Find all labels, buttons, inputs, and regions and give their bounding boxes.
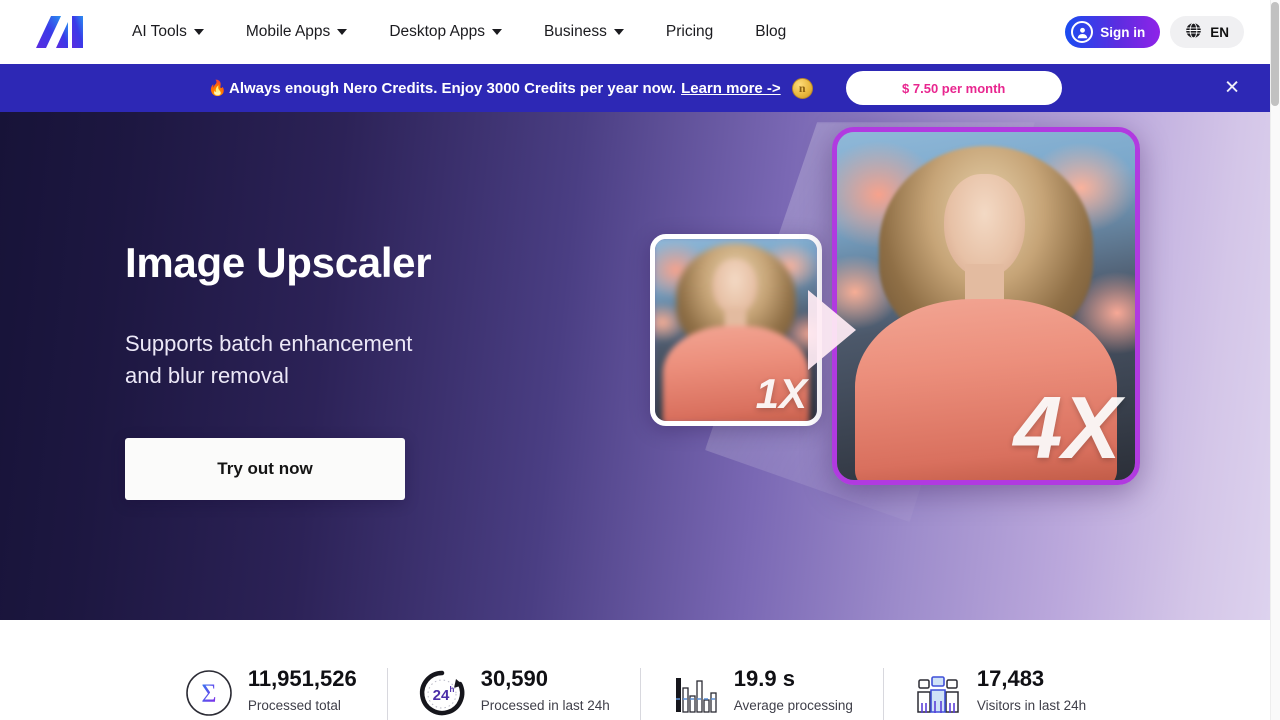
nav-item-pricing[interactable]: Pricing (666, 17, 713, 47)
logo-ai-icon (36, 16, 83, 48)
stat-label: Processed in last 24h (480, 698, 610, 714)
stat-text: 19.9 s Average processing (734, 666, 853, 715)
sign-in-button[interactable]: Sign in (1065, 16, 1161, 48)
nav-item-label: Desktop Apps (389, 23, 485, 40)
nav-item-label: AI Tools (132, 23, 187, 40)
chevron-down-icon (491, 29, 502, 35)
svg-text:24: 24 (432, 687, 449, 704)
stat-label: Processed total (247, 698, 341, 714)
stat-text: 17,483 Visitors in last 24h (977, 666, 1086, 715)
chevron-down-icon (193, 29, 204, 35)
svg-text:Σ: Σ (201, 679, 216, 708)
bar-chart-icon (670, 668, 720, 718)
promo-learn-more-link[interactable]: Learn more -> (681, 80, 781, 97)
globe-icon (1185, 22, 1202, 42)
nav-item-mobile-apps[interactable]: Mobile Apps (245, 17, 348, 47)
stat-text: 30,590 Processed in last 24h (481, 666, 610, 715)
promo-content: 🔥 Always enough Nero Credits. Enjoy 3000… (208, 71, 1062, 105)
nav-item-ai-tools[interactable]: AI Tools (132, 17, 204, 47)
stat-label: Visitors in last 24h (976, 698, 1087, 714)
before-photo (655, 239, 817, 421)
before-image-card: 1X (650, 234, 822, 426)
arrow-right-icon (808, 290, 856, 370)
after-image-card: 4X (832, 127, 1140, 485)
after-photo (837, 132, 1135, 480)
stat-item-processed-24h: 24 h 30,590 Processed in last 24h (386, 666, 640, 720)
chevron-down-icon (337, 29, 348, 35)
page-title: Image Upscaler (125, 239, 432, 286)
chevron-down-icon (613, 29, 624, 35)
stat-item-average-processing: 19.9 s Average processing (639, 666, 883, 720)
stat-value: 11,951,526 (247, 666, 357, 691)
stat-item-processed-total: Σ 11,951,526 Processed total (154, 666, 387, 718)
nav-item-blog[interactable]: Blog (755, 17, 786, 47)
language-switcher-button[interactable]: EN (1170, 16, 1244, 48)
hero-text-block: Image Upscaler Supports batch enhancemen… (125, 239, 605, 500)
nav-item-label: Pricing (665, 23, 714, 40)
try-out-now-button[interactable]: Try out now (125, 437, 405, 500)
stat-text: 11,951,526 Processed total (248, 666, 357, 715)
scrollbar-thumb[interactable] (1271, 2, 1279, 106)
close-icon[interactable]: ✕ (1224, 79, 1240, 98)
top-navbar: AI Tools Mobile Apps Desktop Apps Busine… (0, 0, 1270, 64)
stats-bar: Σ 11,951,526 Processed total 24 h 30,590 (0, 620, 1270, 720)
stat-value: 19.9 s (733, 666, 795, 691)
nav-item-business[interactable]: Business (544, 17, 624, 47)
hero-subtitle: Supports batch enhancement and blur remo… (125, 331, 413, 389)
sign-in-label: Sign in (1100, 24, 1146, 40)
visitors-icon (913, 668, 963, 718)
site-logo[interactable] (32, 14, 88, 50)
user-avatar-icon (1071, 21, 1094, 43)
clock-24h-icon: 24 h (417, 668, 467, 718)
language-label: EN (1210, 24, 1229, 40)
stat-label: Average processing (733, 698, 853, 714)
hero-section: Image Upscaler Supports batch enhancemen… (0, 112, 1270, 620)
navbar-actions: Sign in EN (1065, 0, 1244, 64)
svg-text:h: h (449, 685, 454, 694)
promo-banner: 🔥 Always enough Nero Credits. Enjoy 3000… (0, 64, 1270, 112)
fire-icon: 🔥 (208, 80, 227, 97)
nav-item-label: Business (543, 23, 607, 40)
stat-item-visitors-24h: 17,483 Visitors in last 24h (882, 666, 1116, 720)
hero-comparison-visual: 1X 4X (630, 112, 1190, 620)
promo-message: Always enough Nero Credits. Enjoy 3000 C… (228, 79, 677, 97)
nav-item-label: Blog (755, 23, 787, 40)
nav-item-desktop-apps[interactable]: Desktop Apps (389, 17, 502, 47)
promo-price-button[interactable]: $ 7.50 per month (845, 71, 1062, 105)
nero-coin-icon: n (791, 77, 813, 99)
nav-links: AI Tools Mobile Apps Desktop Apps Busine… (132, 17, 786, 47)
nav-item-label: Mobile Apps (245, 23, 331, 40)
stat-value: 30,590 (480, 666, 549, 691)
page-root: AI Tools Mobile Apps Desktop Apps Busine… (0, 0, 1280, 720)
page-scrollbar[interactable] (1270, 0, 1280, 720)
sigma-icon: Σ (184, 668, 234, 718)
stat-value: 17,483 (976, 666, 1045, 691)
